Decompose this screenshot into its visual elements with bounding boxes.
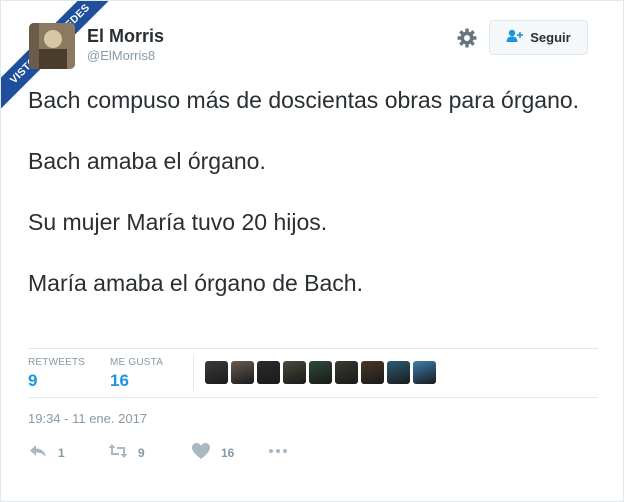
avatar[interactable] <box>29 23 75 69</box>
like-button[interactable]: 16 <box>191 442 234 463</box>
reply-icon <box>28 442 48 463</box>
tweet-line: María amaba el órgano de Bach. <box>28 270 363 296</box>
like-count: 16 <box>221 445 235 460</box>
likes-stat[interactable]: ME GUSTA 16 <box>110 357 163 391</box>
likers-avatars <box>205 361 436 384</box>
more-icon <box>268 442 288 463</box>
liker-avatar[interactable] <box>309 361 332 384</box>
tweet-stats: RETWEETS 9 ME GUSTA 16 <box>28 348 598 398</box>
follow-button[interactable]: Seguir <box>489 20 588 55</box>
gear-icon[interactable] <box>456 27 478 49</box>
tweet-line: Bach compuso más de doscientas obras par… <box>28 87 580 113</box>
heart-icon <box>191 442 211 463</box>
liker-avatar[interactable] <box>205 361 228 384</box>
reply-button[interactable]: 1 <box>28 442 65 463</box>
stats-divider <box>193 355 194 391</box>
reply-count: 1 <box>58 445 65 460</box>
liker-avatar[interactable] <box>231 361 254 384</box>
tweet-line: Su mujer María tuvo 20 hijos. <box>28 209 328 235</box>
likes-count: 16 <box>110 371 129 390</box>
liker-avatar[interactable] <box>335 361 358 384</box>
user-handle[interactable]: @ElMorris8 <box>87 48 155 63</box>
more-button[interactable] <box>268 442 288 463</box>
liker-avatar[interactable] <box>283 361 306 384</box>
retweets-stat[interactable]: RETWEETS 9 <box>28 357 85 391</box>
user-name[interactable]: El Morris <box>87 26 164 47</box>
liker-avatar[interactable] <box>413 361 436 384</box>
liker-avatar[interactable] <box>387 361 410 384</box>
tweet-text: Bach compuso más de doscientas obras par… <box>28 85 598 298</box>
tweet-line: Bach amaba el órgano. <box>28 148 266 174</box>
liker-avatar[interactable] <box>361 361 384 384</box>
tweet-card: VISTOENLASREDES El Morris @ElMorris8 <box>0 0 624 502</box>
likes-label: ME GUSTA <box>110 357 164 368</box>
liker-avatar[interactable] <box>257 361 280 384</box>
retweet-button[interactable]: 9 <box>108 442 145 463</box>
retweet-count: 9 <box>138 445 145 460</box>
add-user-icon <box>506 29 524 46</box>
timestamp[interactable]: 19:34 - 11 ene. 2017 <box>28 411 147 426</box>
retweets-label: RETWEETS <box>28 357 86 368</box>
retweets-count: 9 <box>28 371 38 390</box>
follow-button-label: Seguir <box>530 30 571 45</box>
retweet-icon <box>108 442 128 463</box>
